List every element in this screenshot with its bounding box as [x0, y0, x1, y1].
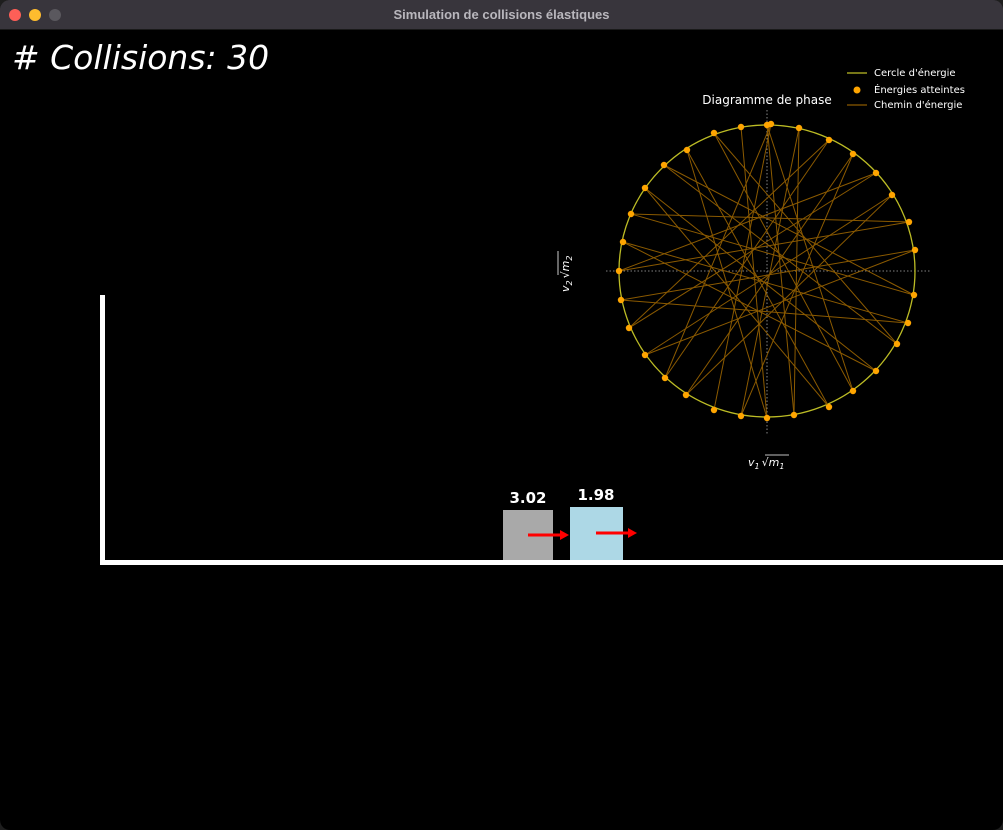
energy-point [893, 340, 901, 348]
legend-circle-label: Cercle d'énergie [874, 67, 956, 79]
phase-x-label: v1 √m1 [748, 454, 789, 471]
energy-point [641, 184, 649, 192]
energy-point [682, 391, 690, 399]
energy-path-segment [622, 241, 877, 372]
energy-point [625, 324, 633, 332]
window-title: Simulation de collisions élastiques [393, 7, 610, 22]
energy-point [872, 169, 880, 177]
left-wall [100, 295, 105, 565]
energy-point [627, 210, 635, 218]
block-large-mass-label: 3.02 [509, 489, 546, 507]
phase-y-label: v2√m2 [557, 251, 574, 292]
energy-path-segment [622, 241, 909, 324]
energy-point [767, 120, 775, 128]
scene-svg: 3.02 1.98 Diagramme de phase v1 √m1 v2√m… [100, 67, 1003, 565]
energy-point [849, 387, 857, 395]
app-window: Simulation de collisions élastiques # Co… [0, 0, 1003, 830]
energy-path-segment [628, 139, 830, 329]
phase-legend: Cercle d'énergie Énergies atteintes Chem… [847, 67, 965, 111]
energy-path-segment [663, 164, 898, 345]
energy-point [710, 129, 718, 137]
energy-point [660, 161, 668, 169]
energy-path-segment [664, 123, 772, 379]
block-small-mass-label: 1.98 [577, 486, 614, 504]
energy-point [683, 146, 691, 154]
energy-path-segment [766, 124, 795, 416]
energy-point [615, 267, 623, 275]
energy-point [641, 351, 649, 359]
energy-point [849, 150, 857, 158]
energy-path-segment [630, 213, 915, 296]
simulation-canvas: # Collisions: 30 3.02 1.98 Diagramme de … [0, 30, 1003, 830]
energy-point [790, 411, 798, 419]
energy-point [911, 246, 919, 254]
energy-path-segment [618, 221, 910, 272]
energy-point [905, 218, 913, 226]
energy-point [888, 191, 896, 199]
phase-diagram-title: Diagramme de phase [702, 93, 831, 107]
energy-point [737, 123, 745, 131]
legend-points-swatch [853, 86, 861, 94]
energy-point [710, 406, 718, 414]
legend-path-label: Chemin d'énergie [874, 99, 962, 111]
energy-point [825, 136, 833, 144]
energy-point [617, 296, 625, 304]
energy-path-segment [740, 153, 854, 417]
title-bar: Simulation de collisions élastiques [0, 0, 1003, 30]
svg-text:v2√m2: v2√m2 [559, 256, 574, 292]
energy-path-segment [663, 164, 915, 296]
energy-point [661, 374, 669, 382]
svg-text:v1√m1: v1 √m1 [748, 456, 784, 471]
energy-point [763, 414, 771, 422]
energy-path-segment [766, 124, 854, 392]
legend-points-label: Énergies atteintes [874, 83, 965, 96]
energy-point [737, 412, 745, 420]
energy-point [904, 319, 912, 327]
energy-point [619, 238, 627, 246]
phase-diagram: Diagramme de phase v1 √m1 v2√m2 Cercle d… [557, 67, 965, 471]
energy-point [825, 403, 833, 411]
energy-point [795, 124, 803, 132]
floor [100, 560, 1003, 565]
energy-point [910, 291, 918, 299]
energy-point [872, 367, 880, 375]
